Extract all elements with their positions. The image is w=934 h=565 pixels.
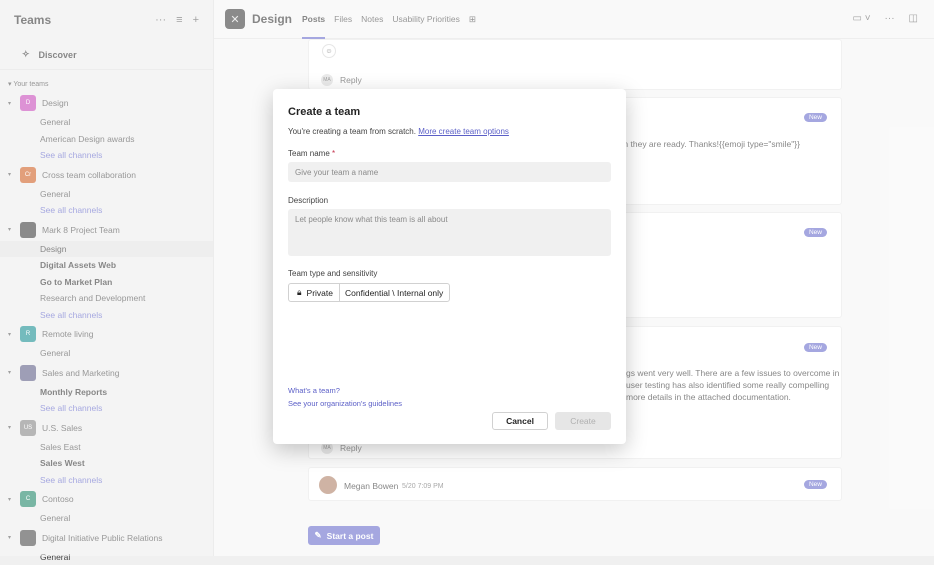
whats-a-team-link[interactable]: What's a team? <box>288 384 402 397</box>
team-type-label: Team type and sensitivity <box>288 269 611 278</box>
team-name-label-text: Team name <box>288 149 330 158</box>
subtitle-text: You're creating a team from scratch. <box>288 127 416 136</box>
lock-icon: 🔒︎ <box>297 287 302 298</box>
privacy-option[interactable]: 🔒︎ Private <box>289 284 340 301</box>
dialog-title: Create a team <box>288 106 611 118</box>
team-type-selector[interactable]: 🔒︎ Private Confidential \ Internal only <box>288 283 450 302</box>
team-name-input[interactable] <box>288 162 611 182</box>
team-name-label: Team name * <box>288 149 611 158</box>
cancel-button[interactable]: Cancel <box>492 412 548 430</box>
more-options-link[interactable]: More create team options <box>418 127 509 136</box>
sensitivity-label[interactable]: Confidential \ Internal only <box>340 288 449 298</box>
guidelines-link[interactable]: See your organization's guidelines <box>288 397 402 410</box>
required-marker: * <box>332 149 335 158</box>
create-button[interactable]: Create <box>555 412 611 430</box>
description-input[interactable] <box>288 209 611 256</box>
create-team-dialog: Create a team You're creating a team fro… <box>273 89 626 444</box>
privacy-label: Private <box>307 288 333 298</box>
description-label: Description <box>288 196 611 205</box>
dialog-subtitle: You're creating a team from scratch. Mor… <box>288 127 611 136</box>
